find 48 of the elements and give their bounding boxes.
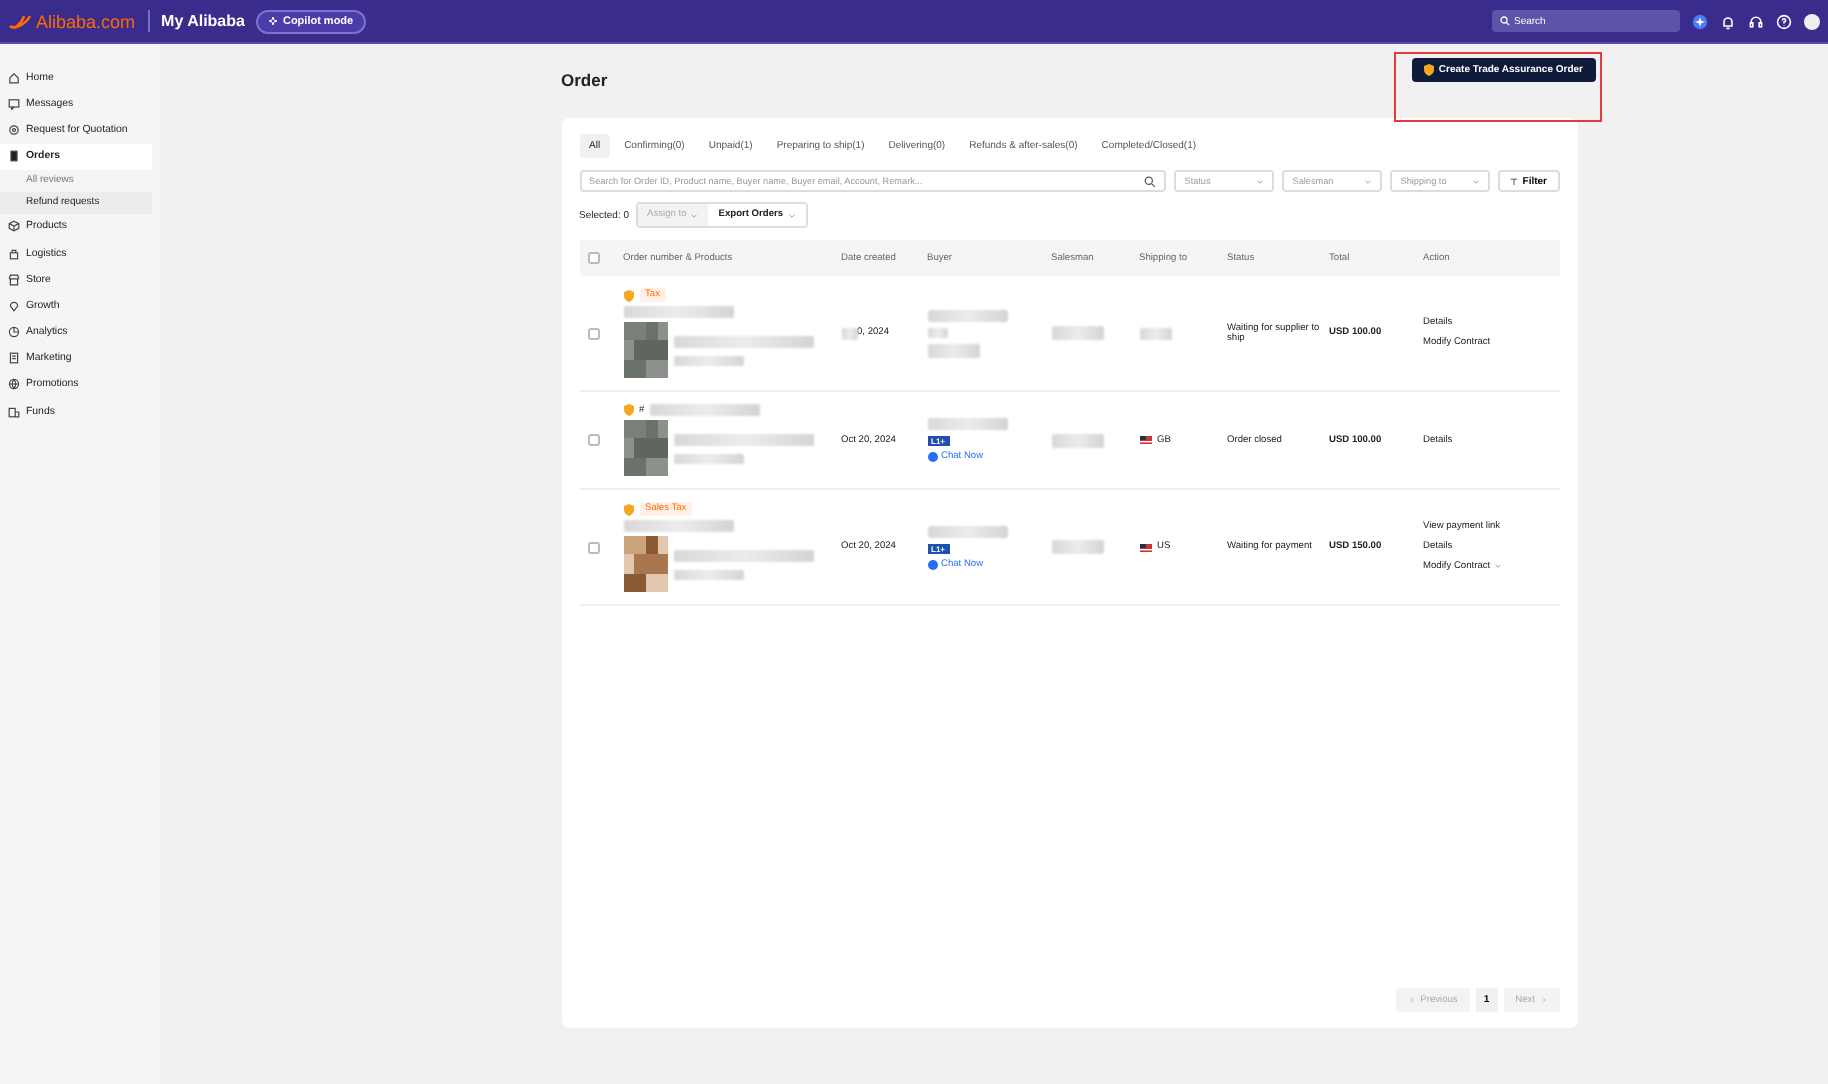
shield-icon bbox=[623, 289, 633, 301]
box-icon bbox=[8, 220, 20, 233]
shield-icon bbox=[1424, 64, 1435, 76]
globe-icon bbox=[8, 378, 20, 391]
app-title: My Alibaba bbox=[161, 12, 245, 30]
checkbox[interactable] bbox=[587, 434, 599, 446]
blurred-area bbox=[927, 418, 1007, 430]
blurred-area bbox=[673, 355, 743, 365]
document-icon bbox=[8, 352, 20, 365]
blurred-area bbox=[673, 335, 813, 347]
blurred-area bbox=[1139, 327, 1171, 339]
search-icon bbox=[1500, 16, 1510, 26]
bag-icon bbox=[8, 247, 20, 260]
logo[interactable]: Alibaba.com bbox=[8, 11, 136, 31]
blurred-area bbox=[841, 327, 857, 339]
blurred-area bbox=[673, 433, 813, 445]
avatar[interactable] bbox=[1804, 13, 1820, 29]
chart-icon bbox=[8, 326, 20, 339]
blurred-area bbox=[1051, 540, 1103, 554]
page-title: Order bbox=[561, 70, 608, 90]
shield-icon bbox=[623, 404, 633, 416]
blurred-area bbox=[1051, 326, 1103, 340]
search-icon bbox=[1144, 175, 1157, 187]
blurred-area bbox=[650, 404, 761, 416]
blurred-area bbox=[927, 343, 979, 357]
blurred-area bbox=[673, 549, 813, 561]
shield-icon bbox=[623, 503, 633, 515]
bell-icon[interactable] bbox=[1720, 13, 1736, 29]
blurred-area bbox=[927, 327, 947, 337]
blurred-area bbox=[623, 520, 733, 532]
logo-icon bbox=[8, 13, 32, 29]
flag-icon bbox=[1139, 436, 1151, 444]
blurred-area bbox=[927, 525, 1007, 537]
blurred-area bbox=[623, 306, 733, 318]
home-icon bbox=[8, 71, 20, 84]
blurred-area bbox=[673, 453, 743, 463]
checkbox[interactable] bbox=[587, 327, 599, 339]
checkbox[interactable] bbox=[587, 252, 599, 264]
pin-icon bbox=[8, 299, 20, 312]
blurred-area bbox=[927, 309, 1007, 321]
flag-icon bbox=[1139, 543, 1151, 551]
filter-icon bbox=[1510, 177, 1519, 185]
headset-icon[interactable] bbox=[1748, 13, 1764, 29]
store-icon bbox=[8, 273, 20, 286]
blurred-area bbox=[1051, 433, 1103, 447]
blurred-area bbox=[673, 569, 743, 579]
help-icon[interactable] bbox=[1776, 13, 1792, 29]
checkbox[interactable] bbox=[587, 541, 599, 553]
